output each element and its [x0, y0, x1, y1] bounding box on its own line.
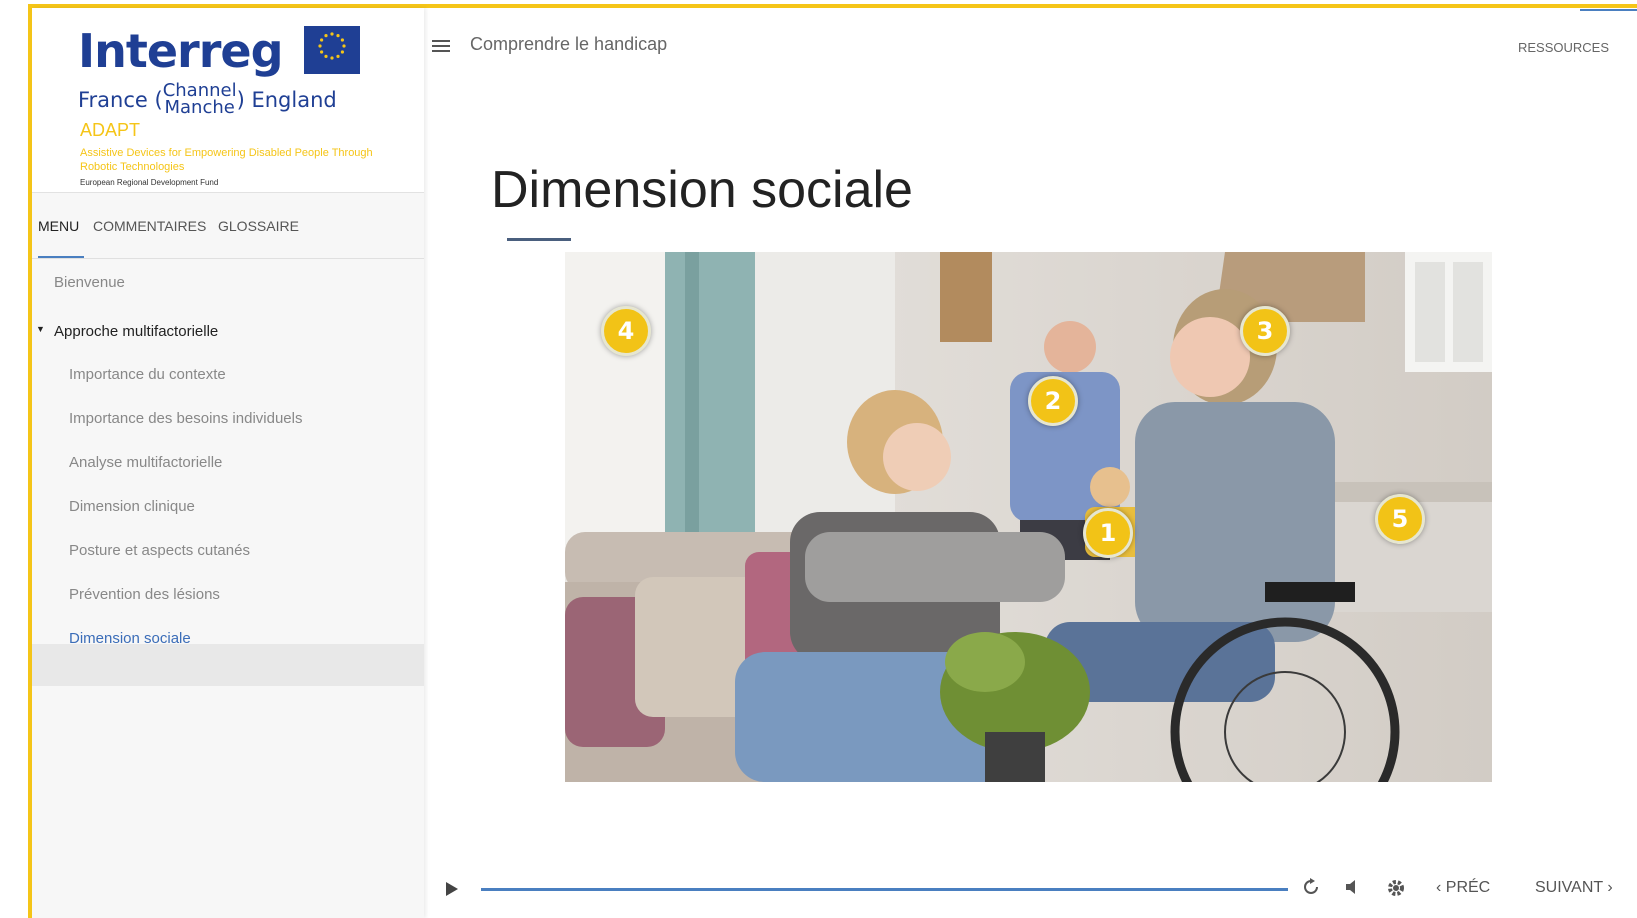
hotspot-3[interactable]: 3: [1240, 306, 1290, 356]
play-icon[interactable]: [446, 882, 458, 896]
eu-caption: EUROPEAN UNION: [581, 82, 627, 88]
sidebar-item-prevention[interactable]: Prévention des lésions: [69, 586, 220, 603]
logo-wordmark: Interreg: [78, 24, 284, 78]
active-tab-indicator: [38, 256, 84, 258]
chevron-left-icon: ‹: [1436, 879, 1442, 896]
menu-active-highlight: [32, 644, 424, 686]
progress-fill: [481, 888, 1288, 891]
progress-bar[interactable]: [481, 888, 1288, 891]
resources-button[interactable]: RESSOURCES: [1518, 40, 1609, 55]
logo-region: France (Channel Manche) England: [78, 82, 337, 118]
logo-fund: European Regional Development Fund: [80, 178, 219, 187]
logo-tagline: Assistive Devices for Empowering Disable…: [80, 147, 373, 173]
sidebar-item-analyse-multifactorielle[interactable]: Analyse multifactorielle: [69, 454, 222, 471]
logo-channel-stack: Channel Manche: [163, 82, 237, 118]
sidebar-item-approche-multifactorielle[interactable]: Approche multifactorielle: [54, 323, 218, 340]
sidebar-item-posture[interactable]: Posture et aspects cutanés: [69, 542, 250, 559]
logo-project: ADAPT: [80, 120, 141, 140]
hamburger-menu-icon[interactable]: [432, 40, 450, 52]
accent-line: [1580, 9, 1637, 11]
logo-channel-bottom: Manche: [164, 97, 235, 118]
interreg-logo: Interreg EUROPEAN UNION France (Channel M…: [32, 8, 627, 193]
sidebar-item-bienvenue[interactable]: Bienvenue: [54, 274, 125, 291]
logo-country-left: France (: [78, 88, 163, 112]
hotspot-2[interactable]: 2: [1028, 376, 1078, 426]
course-title: Comprendre le handicap: [470, 34, 668, 54]
next-label: SUIVANT: [1535, 879, 1603, 896]
scene-illustration: [565, 252, 1492, 782]
expanded-caret-icon: ▼: [36, 324, 45, 334]
replay-icon[interactable]: [1302, 878, 1320, 901]
sidebar-item-dimension-sociale[interactable]: Dimension sociale: [69, 630, 191, 647]
page-title: Dimension sociale: [491, 161, 913, 219]
prev-button[interactable]: ‹ PRÉC: [1436, 879, 1490, 897]
tab-glossaire[interactable]: GLOSSAIRE: [218, 218, 299, 234]
logo-country-right: ) England: [236, 88, 337, 112]
hotspot-5[interactable]: 5: [1375, 494, 1425, 544]
sidebar-item-dimension-clinique[interactable]: Dimension clinique: [69, 498, 195, 515]
hotspot-4[interactable]: 4: [601, 306, 651, 356]
sidebar-tabs: MENU COMMENTAIRES GLOSSAIRE: [32, 194, 424, 259]
scene-photo: 1 2 3 4 5: [565, 252, 1492, 782]
hotspot-1[interactable]: 1: [1083, 508, 1133, 558]
tab-commentaires[interactable]: COMMENTAIRES: [93, 218, 206, 234]
next-button[interactable]: SUIVANT ›: [1535, 879, 1613, 897]
settings-gear-icon[interactable]: [1386, 878, 1406, 903]
sidebar: Interreg EUROPEAN UNION France (Channel M…: [32, 8, 627, 918]
volume-icon[interactable]: [1344, 878, 1360, 901]
sidebar-item-importance-besoins[interactable]: Importance des besoins individuels: [69, 410, 302, 427]
prev-label: PRÉC: [1445, 879, 1491, 896]
eu-flag-icon: EUROPEAN UNION: [304, 26, 627, 88]
chevron-right-icon: ›: [1607, 879, 1613, 896]
tab-menu[interactable]: MENU: [38, 218, 79, 234]
title-underline: [507, 238, 571, 241]
sidebar-item-importance-contexte[interactable]: Importance du contexte: [69, 366, 226, 383]
